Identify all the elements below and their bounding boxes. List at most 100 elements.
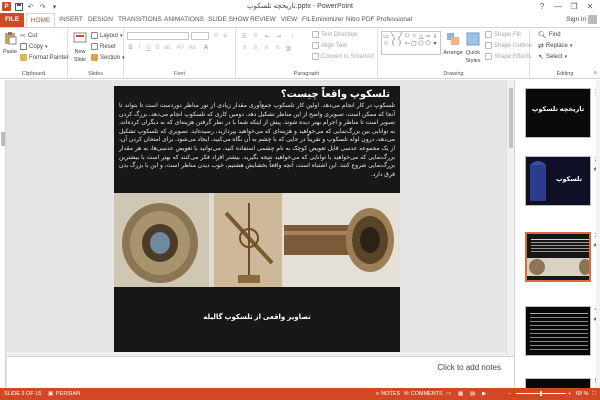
format-painter-button[interactable]: Format Painter bbox=[20, 54, 69, 61]
restore-button[interactable]: ❐ bbox=[566, 0, 582, 12]
reset-button[interactable]: Reset bbox=[91, 43, 116, 50]
grow-font-icon[interactable]: A bbox=[212, 32, 220, 40]
numbering-icon[interactable]: ≡ bbox=[251, 32, 260, 40]
proofing-icon[interactable]: ▣ bbox=[48, 391, 53, 397]
vertical-scrollbar[interactable] bbox=[506, 80, 514, 354]
tab-transitions[interactable]: TRANSITIONS bbox=[118, 13, 162, 27]
slide-thumbnail[interactable]: تلسکوپ 2 ★ bbox=[517, 156, 600, 216]
slide-title[interactable]: تلسکوپ واقعاً چیست؟ bbox=[281, 89, 390, 100]
notes-placeholder[interactable]: Click to add notes bbox=[437, 363, 501, 372]
line-spacing-icon[interactable]: ↕ bbox=[288, 32, 297, 40]
tab-slide-show[interactable]: SLIDE SHOW bbox=[208, 13, 249, 27]
notes-button[interactable]: ≡ NOTES bbox=[376, 391, 400, 397]
slide-thumbnail[interactable]: 4 ★ bbox=[517, 306, 600, 366]
brace-shape-icon[interactable]: { bbox=[390, 40, 396, 46]
change-case-icon[interactable]: Aa bbox=[188, 44, 196, 52]
copy-button[interactable]: Copy ▾ bbox=[20, 43, 48, 50]
underline-icon[interactable]: U bbox=[145, 44, 152, 52]
align-left-icon[interactable]: ≡ bbox=[240, 44, 249, 52]
align-center-icon[interactable]: ≡ bbox=[251, 44, 260, 52]
new-slide-button[interactable]: New Slide bbox=[71, 31, 89, 63]
bullets-icon[interactable]: ☰ bbox=[240, 32, 249, 40]
current-slide[interactable]: تلسکوپ واقعاً چیست؟ تلسکوپ در کار انجام … bbox=[114, 86, 400, 352]
layout-button[interactable]: Layout ▾ bbox=[91, 32, 123, 39]
shrink-font-icon[interactable]: a bbox=[221, 32, 229, 40]
convert-smartart-button[interactable]: Convert to SmartArt bbox=[312, 53, 374, 60]
collapse-ribbon-icon[interactable]: ˄ bbox=[593, 71, 597, 77]
telescope-photos[interactable] bbox=[114, 193, 400, 287]
oval-shape-icon[interactable]: ○ bbox=[411, 33, 417, 39]
pane-handle[interactable] bbox=[1, 132, 5, 146]
columns-icon[interactable]: ▥ bbox=[284, 44, 293, 52]
scrollbar-thumb[interactable] bbox=[509, 88, 513, 148]
slide-sorter-icon[interactable]: ▦ bbox=[458, 391, 463, 397]
align-text-button[interactable]: Align Text bbox=[312, 42, 347, 49]
zoom-out-icon[interactable]: − bbox=[508, 391, 511, 397]
minimize-button[interactable]: — bbox=[550, 0, 566, 12]
quick-styles-button[interactable]: Quick Styles bbox=[465, 32, 481, 64]
select-button[interactable]: ↖ Select ▾ bbox=[538, 53, 567, 61]
notes-pane[interactable]: Click to add notes bbox=[7, 356, 514, 388]
text-direction-button[interactable]: Text Direction bbox=[312, 31, 357, 38]
bold-icon[interactable]: B bbox=[127, 44, 134, 52]
tab-nitro-pdf[interactable]: Nitro PDF Professional bbox=[346, 13, 412, 27]
decrease-indent-icon[interactable]: ⇤ bbox=[263, 32, 272, 40]
tab-fileminimizer[interactable]: FILEminimizer bbox=[302, 13, 344, 27]
slide-thumbnail[interactable]: 5 bbox=[517, 378, 600, 390]
rectangle-shape-icon[interactable]: □ bbox=[404, 33, 410, 39]
arrange-button[interactable]: Arrange bbox=[443, 32, 463, 56]
zoom-slider-thumb[interactable] bbox=[540, 391, 542, 396]
rounded-rect-shape-icon[interactable]: ▢ bbox=[411, 40, 417, 47]
hexagon-shape-icon[interactable]: ⬡ bbox=[418, 40, 424, 47]
slide-thumbnail-selected[interactable]: 3 ★ bbox=[517, 232, 600, 292]
tab-view[interactable]: VIEW bbox=[280, 13, 298, 27]
justify-icon[interactable]: ≡ bbox=[273, 44, 282, 52]
font-name-combo[interactable] bbox=[127, 32, 189, 40]
thumbnails-scrollbar[interactable] bbox=[596, 80, 600, 388]
char-spacing-icon[interactable]: AV bbox=[176, 44, 184, 52]
replace-button[interactable]: ⇄ Replace ▾ bbox=[538, 42, 572, 50]
italic-icon[interactable]: I bbox=[136, 44, 143, 52]
find-button[interactable]: 🔍︎ Find bbox=[538, 31, 561, 39]
cut-button[interactable]: ✂ Cut bbox=[20, 32, 37, 40]
comments-button[interactable]: ✉ COMMENTS bbox=[404, 391, 443, 397]
slideshow-icon[interactable]: ▶ bbox=[482, 391, 486, 397]
normal-view-icon[interactable]: ▭ bbox=[446, 391, 451, 397]
arrow-shape-icon[interactable]: ⇩ bbox=[432, 33, 438, 40]
line-shape-icon[interactable]: ╲ bbox=[390, 33, 396, 40]
triangle-shape-icon[interactable]: △ bbox=[418, 33, 424, 40]
brace-shape-icon[interactable]: } bbox=[397, 40, 403, 46]
textbox-shape-icon[interactable]: ▭ bbox=[383, 33, 389, 40]
collapsed-outline-pane[interactable] bbox=[0, 80, 6, 388]
align-right-icon[interactable]: ≡ bbox=[262, 44, 271, 52]
slide-caption[interactable]: تصاویر واقعی از تلسکوپ گالیله bbox=[114, 313, 400, 321]
section-button[interactable]: Section ▾ bbox=[91, 54, 125, 61]
shape-outline-button[interactable]: Shape Outline bbox=[485, 42, 532, 49]
star-shape-icon[interactable]: ☆ bbox=[383, 40, 389, 47]
language-indicator[interactable]: PERSIAN bbox=[56, 391, 80, 397]
font-size-combo[interactable] bbox=[191, 32, 209, 40]
shape-effects-button[interactable]: Shape Effects bbox=[485, 53, 531, 60]
slide-body-text[interactable]: تلسکوپ در کار انجام می‌دهد. اولین کار تل… bbox=[119, 102, 395, 179]
zoom-level[interactable]: 68 % bbox=[576, 391, 589, 397]
more-shapes-icon[interactable]: ▾ bbox=[432, 40, 438, 47]
shapes-gallery[interactable]: ▭ ╲ ╱ □ ○ △ ⇨ ⇩ ☆ { } ⇦ ▢ ⬡ ⬠ ▾ bbox=[381, 31, 441, 55]
tab-review[interactable]: REVIEW bbox=[250, 13, 276, 27]
pentagon-shape-icon[interactable]: ⬠ bbox=[425, 40, 431, 47]
sign-in-link[interactable]: Sign in bbox=[566, 16, 586, 23]
close-button[interactable]: ✕ bbox=[582, 0, 598, 12]
shadow-icon[interactable]: S bbox=[154, 44, 161, 52]
slide-thumbnail[interactable]: تاریخچه تلسکوپ 1 bbox=[517, 88, 600, 148]
font-color-icon[interactable]: A bbox=[202, 44, 210, 52]
paste-button[interactable]: Paste bbox=[2, 31, 18, 55]
tab-home[interactable]: HOME bbox=[26, 13, 55, 27]
increase-indent-icon[interactable]: ⇥ bbox=[274, 32, 283, 40]
help-button[interactable]: ? bbox=[534, 0, 550, 12]
zoom-in-icon[interactable]: + bbox=[568, 391, 571, 397]
tab-animations[interactable]: ANIMATIONS bbox=[164, 13, 204, 27]
reading-view-icon[interactable]: ▤ bbox=[470, 391, 475, 397]
account-avatar[interactable] bbox=[588, 15, 597, 24]
arrow-shape-icon[interactable]: ⇨ bbox=[425, 33, 431, 40]
tab-insert[interactable]: INSERT bbox=[58, 13, 84, 27]
line-shape-icon[interactable]: ╱ bbox=[397, 33, 403, 40]
